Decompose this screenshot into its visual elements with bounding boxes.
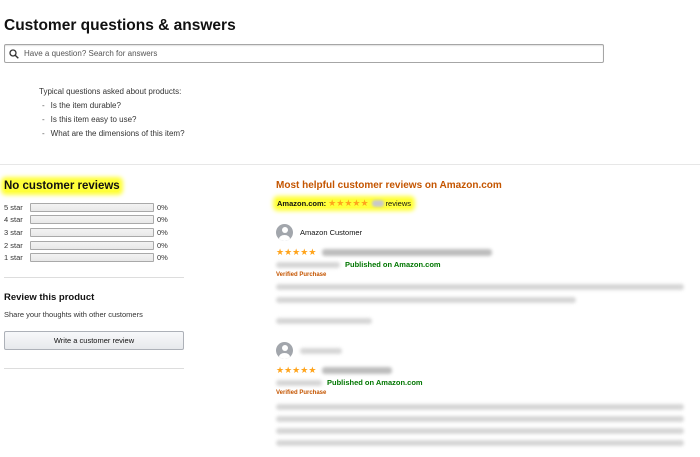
star-icon: ★ — [344, 198, 353, 208]
histogram-percent: 0% — [157, 240, 168, 250]
star-icon: ★ — [284, 365, 293, 375]
search-icon — [9, 48, 19, 59]
verified-purchase-badge: Verified Purchase — [276, 272, 327, 278]
star-icon: ★ — [308, 365, 317, 375]
star-icon: ★ — [276, 247, 285, 257]
verified-purchase-badge: Verified Purchase — [276, 390, 327, 396]
blurred-review-date — [276, 261, 340, 268]
histogram-row[interactable]: 3 star 0% — [4, 226, 168, 239]
histogram-row[interactable]: 1 star 0% — [4, 251, 168, 264]
star-icon: ★ — [300, 365, 309, 375]
blurred-review-date — [276, 379, 322, 386]
typical-question-item: What are the dimensions of this item? — [42, 129, 185, 138]
no-reviews-heading-text: No customer reviews — [4, 180, 120, 192]
left-divider — [4, 368, 184, 369]
blurred-text-line — [276, 440, 684, 446]
review-title-line[interactable]: ★ ★ ★ ★ ★ — [276, 366, 393, 375]
histogram-percent: 0% — [157, 253, 168, 263]
write-review-button[interactable]: Write a customer review — [4, 331, 184, 350]
histogram-bar[interactable] — [30, 202, 154, 212]
avatar-icon — [276, 342, 293, 359]
star-icon: ★ — [300, 247, 309, 257]
review-product-subtitle: Share your thoughts with other customers — [4, 310, 143, 319]
star-icon: ★ — [292, 247, 301, 257]
amazon-rating-summary[interactable]: Amazon.com: ★ ★ ★ ★ ★ reviews — [276, 199, 412, 208]
blurred-helpful-count — [276, 318, 372, 324]
review-title-line[interactable]: ★ ★ ★ ★ ★ — [276, 248, 493, 257]
blurred-text-line — [276, 284, 684, 290]
histogram-row[interactable]: 4 star 0% — [4, 214, 168, 227]
histogram-percent: 0% — [157, 215, 168, 225]
review-product-heading: Review this product — [4, 292, 95, 303]
blurred-review-count — [371, 200, 384, 207]
histogram-row[interactable]: 2 star 0% — [4, 239, 168, 252]
review-date-line: Published on Amazon.com — [276, 378, 423, 387]
histogram-bar[interactable] — [30, 215, 154, 225]
star-rating-icon: ★ ★ ★ ★ ★ — [276, 248, 316, 257]
star-icon: ★ — [308, 247, 317, 257]
histogram-bar[interactable] — [30, 240, 154, 250]
histogram-row-label[interactable]: 1 star — [4, 253, 30, 262]
blurred-text-line — [276, 404, 684, 410]
histogram-row-label[interactable]: 4 star — [4, 215, 30, 224]
qa-search-input[interactable] — [24, 49, 594, 58]
rating-histogram: 5 star 0% 4 star 0% 3 star 0% 2 star 0% … — [4, 201, 168, 264]
histogram-row-label[interactable]: 2 star — [4, 241, 30, 250]
amazon-site-label: Amazon.com: — [277, 199, 327, 208]
histogram-bar[interactable] — [30, 227, 154, 237]
histogram-row-label[interactable]: 5 star — [4, 203, 30, 212]
review-author[interactable] — [276, 342, 342, 359]
no-reviews-heading: No customer reviews — [4, 180, 120, 192]
blurred-review-title[interactable] — [322, 249, 493, 256]
published-on-label: Published on Amazon.com — [345, 260, 441, 269]
star-icon: ★ — [360, 198, 369, 208]
star-icon: ★ — [284, 247, 293, 257]
blurred-text-line — [276, 428, 684, 434]
left-divider — [4, 277, 184, 278]
blurred-review-title[interactable] — [322, 367, 393, 374]
histogram-percent: 0% — [157, 227, 168, 237]
blurred-review-body — [276, 284, 684, 303]
star-icon: ★ — [276, 365, 285, 375]
qa-search-box[interactable] — [4, 44, 604, 63]
published-on-label: Published on Amazon.com — [327, 378, 423, 387]
review-author-name[interactable]: Amazon Customer — [300, 228, 362, 237]
histogram-row[interactable]: 5 star 0% — [4, 201, 168, 214]
amazon-rating-highlight: Amazon.com: ★ ★ ★ ★ ★ reviews — [276, 199, 412, 208]
blurred-author-name[interactable] — [300, 347, 342, 354]
typical-question-item: Is this item easy to use? — [42, 115, 185, 124]
star-icon: ★ — [328, 198, 337, 208]
blurred-review-body — [276, 404, 684, 446]
review-author[interactable]: Amazon Customer — [276, 224, 362, 241]
histogram-row-label[interactable]: 3 star — [4, 228, 30, 237]
histogram-percent: 0% — [157, 202, 168, 212]
star-rating-icon: ★ ★ ★ ★ ★ — [328, 199, 368, 208]
typical-questions-lead: Typical questions asked about products: — [39, 87, 182, 96]
star-icon: ★ — [336, 198, 345, 208]
blurred-text-line — [276, 416, 684, 422]
star-icon: ★ — [292, 365, 301, 375]
qa-section-title: Customer questions & answers — [4, 17, 236, 34]
most-helpful-heading: Most helpful customer reviews on Amazon.… — [276, 180, 502, 191]
blurred-text-line — [276, 297, 576, 303]
typical-question-item: Is the item durable? — [42, 101, 185, 110]
star-rating-icon: ★ ★ ★ ★ ★ — [276, 366, 316, 375]
review-date-line: Published on Amazon.com — [276, 260, 441, 269]
typical-questions: Typical questions asked about products: … — [39, 87, 185, 143]
reviews-word: reviews — [385, 199, 411, 208]
histogram-bar[interactable] — [30, 253, 154, 263]
section-divider — [0, 164, 700, 165]
star-icon: ★ — [352, 198, 361, 208]
avatar-icon — [276, 224, 293, 241]
